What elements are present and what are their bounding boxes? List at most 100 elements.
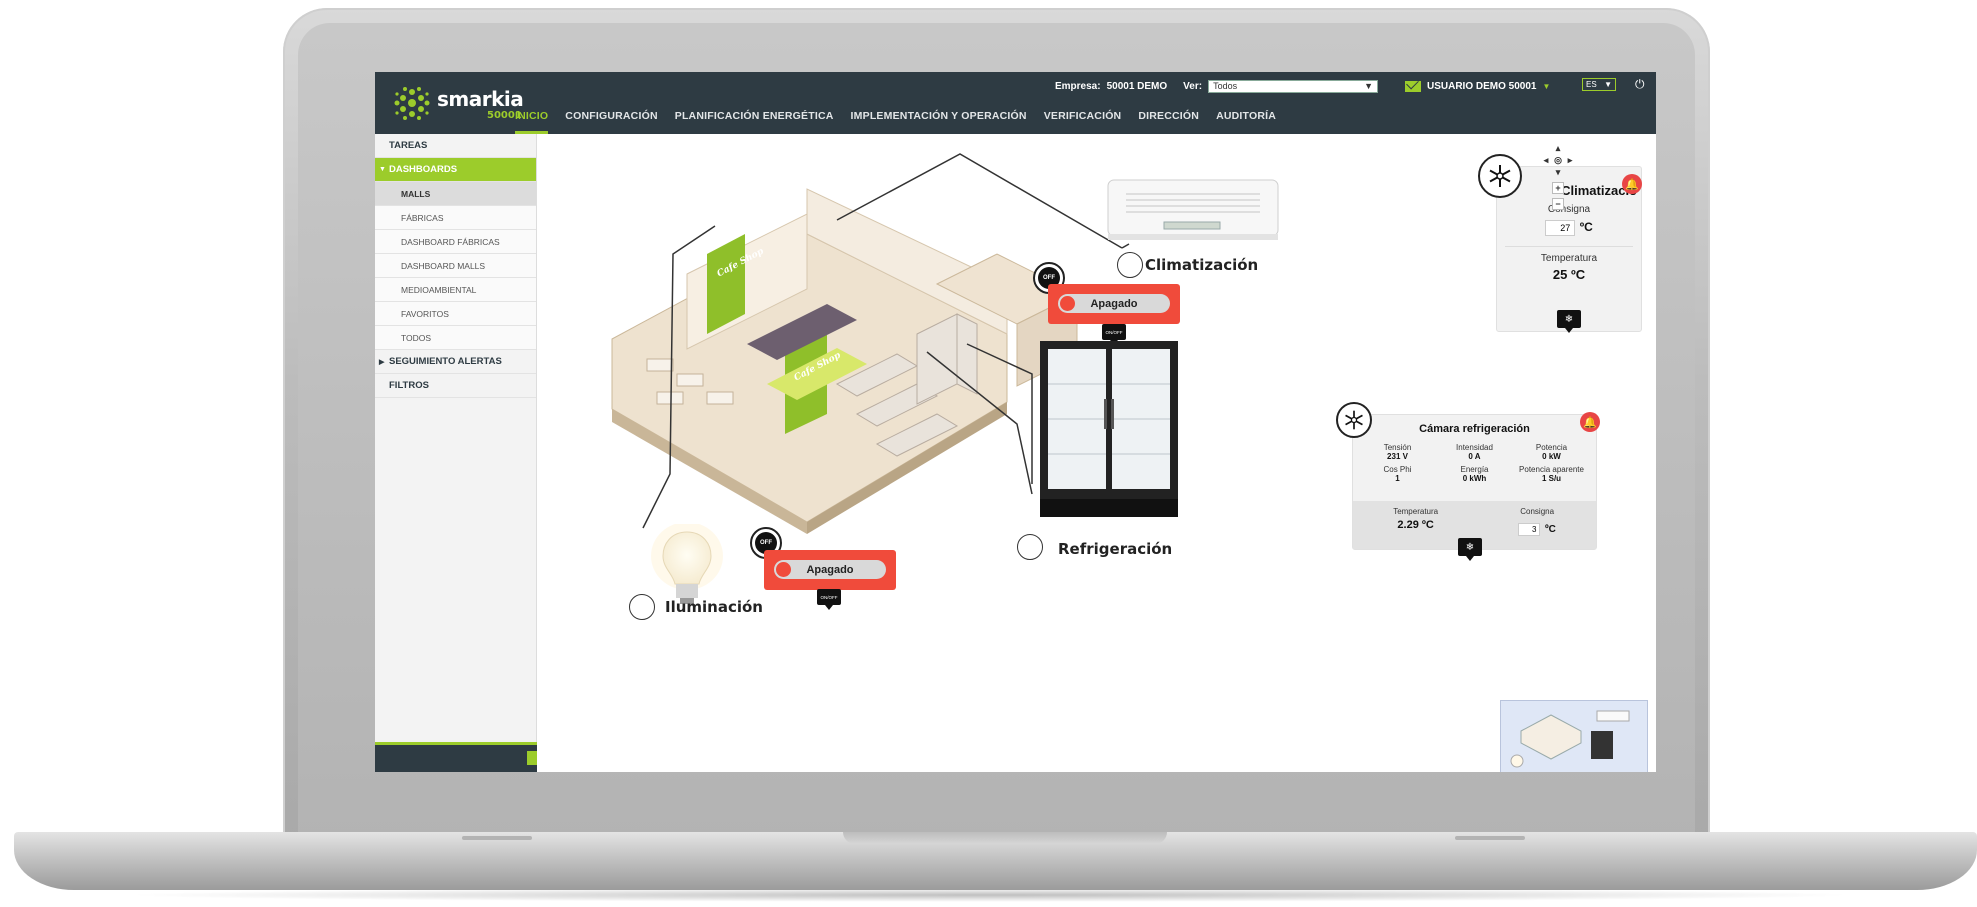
climate-temp-value: 25 ºC [1552, 267, 1586, 282]
top-bar: smarkia 50001 Empresa: 50001 DEMO Ver: T… [375, 72, 1656, 134]
main-nav: INICIO CONFIGURACIÓN PLANIFICACIÓN ENERG… [515, 100, 1276, 134]
bell-icon[interactable]: 🔔 [1622, 174, 1642, 194]
sidebar-item-todos[interactable]: TODOS [375, 326, 536, 350]
dashboard-canvas: Cafe Shop Cafe Shop Climatización OFF Ap… [537, 134, 1656, 772]
nav-inicio[interactable]: INICIO [515, 100, 549, 134]
metric: Potencia 0 kW [1535, 443, 1568, 461]
sidebar-item-malls[interactable]: MALLS [375, 182, 536, 206]
sidebar-item-dashboard-fabricas[interactable]: DASHBOARD FÁBRICAS [375, 230, 536, 254]
refrigeracion-node[interactable] [1017, 534, 1043, 560]
laptop-notch [843, 832, 1167, 844]
sidebar-item-tareas[interactable]: TAREAS [375, 134, 536, 158]
sidebar-item-medioambiental[interactable]: MEDIOAMBIENTAL [375, 278, 536, 302]
sidebar-item-favoritos[interactable]: FAVORITOS [375, 302, 536, 326]
air-conditioner-image [1107, 179, 1279, 240]
pan-right-button[interactable]: ▸ [1564, 154, 1576, 166]
company-label: Empresa: [1055, 80, 1101, 92]
onoff-tag[interactable]: ON/OFF [817, 589, 841, 610]
climate-mode-button[interactable]: ❄ [1557, 310, 1581, 333]
chevron-down-icon: ▼ [1604, 80, 1612, 89]
fridge-setpoint-label: Consigna [1520, 507, 1555, 516]
logo-dots-icon [394, 87, 430, 120]
nav-verificacion[interactable]: VERIFICACIÓN [1044, 100, 1122, 134]
nav-auditoria[interactable]: AUDITORÍA [1216, 100, 1276, 134]
sidebar-item-dashboards[interactable]: ▼ DASHBOARDS [375, 158, 536, 182]
fridge-mode-button[interactable]: ❄ [1458, 538, 1482, 561]
climatizacion-switch[interactable]: Apagado [1048, 284, 1180, 324]
fridge-temp-label: Temperatura [1393, 507, 1439, 516]
metric: Cos Phi 1 [1383, 465, 1412, 483]
metric: Energía 0 kWh [1460, 465, 1489, 483]
bell-icon[interactable]: 🔔 [1580, 412, 1600, 432]
fridge-setpoint-row: 3 ºC [1518, 519, 1556, 537]
pan-left-button[interactable]: ◂ [1540, 154, 1552, 166]
sidebar-item-dashboard-malls[interactable]: DASHBOARD MALLS [375, 254, 536, 278]
view-label: Ver: [1183, 80, 1203, 92]
power-icon[interactable]: ⏻ [1635, 77, 1645, 92]
fridge-setpoint: Consigna 3 ºC [1518, 507, 1556, 537]
logo-wordmark: smarkia [437, 87, 524, 111]
pan-down-button[interactable]: ▾ [1552, 166, 1564, 178]
view-select[interactable]: Todos ▼ [1208, 79, 1379, 93]
sidebar-item-fabricas[interactable]: FÁBRICAS [375, 206, 536, 230]
company-value[interactable]: 50001 DEMO [1107, 81, 1168, 92]
refrigeracion-label: Refrigeración [1058, 540, 1173, 558]
nav-direccion[interactable]: DIRECCIÓN [1138, 100, 1199, 134]
snowflake-icon [1345, 410, 1363, 430]
iluminacion-node[interactable] [629, 594, 655, 620]
snowflake-icon[interactable] [1478, 154, 1522, 198]
snowflake-icon[interactable] [1336, 402, 1372, 438]
fridge-setpoint-input[interactable]: 3 [1518, 523, 1541, 536]
iluminacion-label: Iluminación [665, 598, 763, 616]
nav-implementacion[interactable]: IMPLEMENTACIÓN Y OPERACIÓN [851, 100, 1027, 134]
snowflake-icon: ❄ [1465, 541, 1475, 553]
language-value: ES [1586, 80, 1597, 89]
sidebar-item-label: FÁBRICAS [401, 212, 444, 223]
onoff-tag[interactable]: ON/OFF [1102, 324, 1126, 345]
user-name: USUARIO DEMO 50001 [1427, 80, 1537, 92]
snowflake-icon [1489, 165, 1511, 187]
sidebar-item-filtros[interactable]: FILTROS [375, 374, 536, 398]
zoom-out-button[interactable]: − [1552, 198, 1564, 210]
recenter-icon[interactable]: ◎ [1552, 154, 1564, 166]
logo[interactable]: smarkia 50001 [391, 82, 524, 126]
sidebar-item-label: DASHBOARD MALLS [401, 260, 486, 271]
snowflake-icon: ❄ [1564, 313, 1574, 325]
nav-planificacion[interactable]: PLANIFICACIÓN ENERGÉTICA [675, 100, 834, 134]
mail-icon[interactable] [1405, 80, 1421, 92]
sidebar-item-label: FAVORITOS [401, 308, 449, 319]
climatizacion-label: Climatización [1145, 256, 1259, 274]
sidebar-item-label: TODOS [401, 332, 432, 343]
user-menu[interactable]: USUARIO DEMO 50001 ▼ [1405, 78, 1550, 94]
switch-dot [776, 562, 791, 577]
chevron-right-icon: ▶ [379, 358, 385, 366]
sidebar: TAREAS ▼ DASHBOARDS MALLS FÁBRICAS DASHBO… [375, 134, 537, 772]
laptop-foot [462, 836, 532, 840]
pan-up-button[interactable]: ▴ [1552, 142, 1564, 154]
refrigerator-image [1040, 341, 1178, 517]
sidebar-footer [375, 742, 537, 772]
minimap[interactable] [1500, 700, 1648, 772]
fridge-temp-value: 2.29 ºC [1397, 519, 1434, 531]
metric: Tensión 231 V [1383, 443, 1412, 461]
laptop-shadow [120, 888, 1860, 902]
sidebar-item-seguimiento-alertas[interactable]: ▶ SEGUIMIENTO ALERTAS [375, 350, 536, 374]
iluminacion-switch[interactable]: Apagado [764, 550, 896, 590]
climate-temp-label: Temperatura [1540, 253, 1598, 264]
fridge-setpoint-unit: ºC [1544, 524, 1556, 535]
sidebar-item-label: DASHBOARDS [389, 164, 458, 175]
fridge-temp: Temperatura 2.29 ºC [1393, 507, 1438, 531]
climatizacion-node[interactable] [1117, 252, 1143, 278]
switch-state: Apagado [1058, 294, 1170, 313]
map-controls: ▴ ◂ ◎ ▸ ▾ + − [1540, 142, 1576, 232]
zoom-in-button[interactable]: + [1552, 182, 1564, 194]
climate-setpoint-unit: ºC [1579, 220, 1593, 234]
nav-configuracion[interactable]: CONFIGURACIÓN [565, 100, 657, 134]
fridge-panel-title: Cámara refrigeración [1419, 423, 1530, 435]
chevron-down-icon: ▼ [379, 166, 386, 173]
app-screen: smarkia 50001 Empresa: 50001 DEMO Ver: T… [375, 72, 1656, 772]
language-select[interactable]: ES ▼ [1582, 78, 1616, 91]
fridge-metrics: Tensión 231 V Intensidad 0 A Potencia 0 kW … [1353, 443, 1596, 483]
sidebar-item-label: SEGUIMIENTO ALERTAS [389, 356, 502, 367]
sidebar-item-label: MALLS [401, 188, 431, 199]
